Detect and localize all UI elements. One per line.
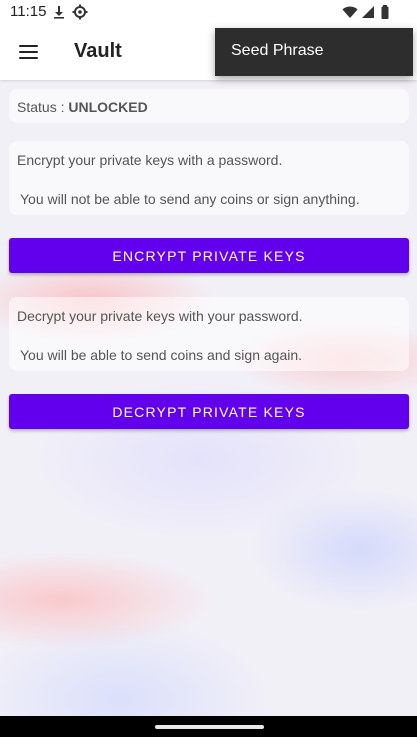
decrypt-info-card: Decrypt your private keys with your pass… — [9, 297, 409, 371]
download-icon — [54, 6, 64, 19]
decrypt-info-line1: Decrypt your private keys with your pass… — [17, 308, 303, 324]
status-value: UNLOCKED — [68, 99, 148, 115]
signal-icon — [362, 6, 374, 18]
encrypt-info-card: Encrypt your private keys with a passwor… — [9, 141, 409, 215]
battery-icon — [381, 5, 389, 19]
encrypt-private-keys-button[interactable]: ENCRYPT PRIVATE KEYS — [9, 238, 409, 273]
status-card: Status : UNLOCKED — [9, 89, 409, 123]
decrypt-info-line2: You will be able to send coins and sign … — [20, 347, 303, 363]
menu-icon[interactable] — [12, 36, 44, 68]
page-title: Vault — [74, 40, 122, 62]
navigation-bar — [0, 716, 417, 737]
encrypt-info-line1: Encrypt your private keys with a passwor… — [17, 152, 283, 168]
status-label: Status : — [17, 99, 69, 115]
home-gesture-handle[interactable] — [155, 725, 264, 729]
decrypt-private-keys-button[interactable]: DECRYPT PRIVATE KEYS — [9, 394, 409, 429]
status-line: Status : UNLOCKED — [17, 99, 148, 115]
menu-item-seed-phrase[interactable]: Seed Phrase — [231, 42, 324, 60]
status-time: 11:15 — [10, 3, 47, 20]
wifi-icon — [342, 6, 358, 18]
settings-icon — [72, 4, 88, 20]
status-bar: 11:15 — [0, 0, 417, 24]
overflow-menu: Seed Phrase — [215, 28, 413, 76]
encrypt-info-line2: You will not be able to send any coins o… — [20, 191, 360, 207]
